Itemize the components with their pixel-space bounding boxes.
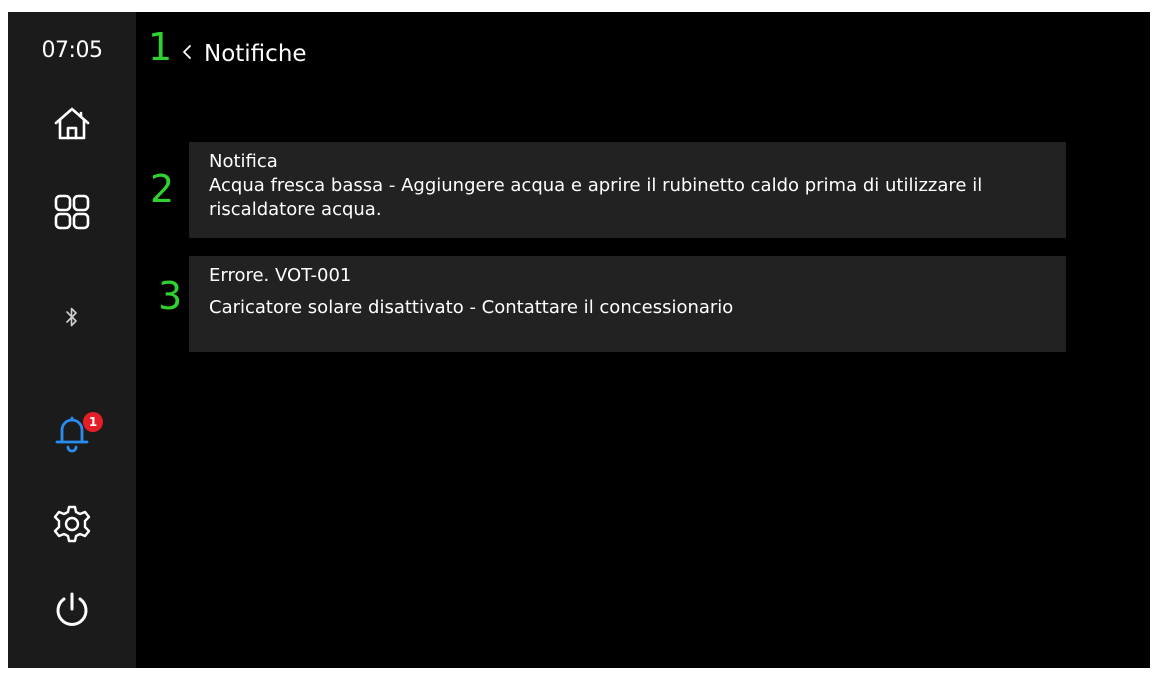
back-button[interactable]: Notifiche — [182, 34, 307, 74]
gear-icon — [52, 504, 92, 544]
power-icon — [53, 591, 91, 629]
apps-grid-icon — [53, 193, 91, 231]
bluetooth-icon — [65, 306, 79, 328]
notification-item[interactable]: Errore. VOT-001 Caricatore solare disatt… — [189, 256, 1066, 352]
screen: 07:05 1 1 Notifiche 2 Notifica Acqua fre… — [8, 12, 1150, 668]
annotation-marker-2: 2 — [150, 167, 175, 211]
clock: 07:05 — [41, 38, 103, 63]
sidebar: 07:05 1 — [8, 12, 136, 668]
annotation-marker-1: 1 — [148, 25, 173, 69]
notification-title: Errore. VOT-001 — [209, 265, 352, 286]
notification-item[interactable]: Notifica Acqua fresca bassa - Aggiungere… — [189, 142, 1066, 238]
chevron-left-icon — [182, 44, 192, 64]
nav-settings-button[interactable] — [42, 498, 102, 550]
home-icon — [52, 104, 92, 144]
notification-badge: 1 — [83, 412, 103, 432]
nav-apps-button[interactable] — [42, 186, 102, 238]
notification-body: Caricatore solare disattivato - Contatta… — [209, 297, 734, 318]
nav-power-button[interactable] — [42, 584, 102, 636]
annotation-marker-3: 3 — [158, 274, 183, 318]
notification-body: Acqua fresca bassa - Aggiungere acqua e … — [209, 175, 983, 220]
page-title: Notifiche — [204, 41, 307, 67]
nav-notifications-button[interactable]: 1 — [42, 406, 103, 458]
notification-title: Notifica — [209, 151, 278, 172]
nav-bluetooth-button[interactable] — [42, 291, 102, 343]
nav-home-button[interactable] — [42, 98, 102, 150]
bell-icon: 1 — [50, 410, 103, 454]
